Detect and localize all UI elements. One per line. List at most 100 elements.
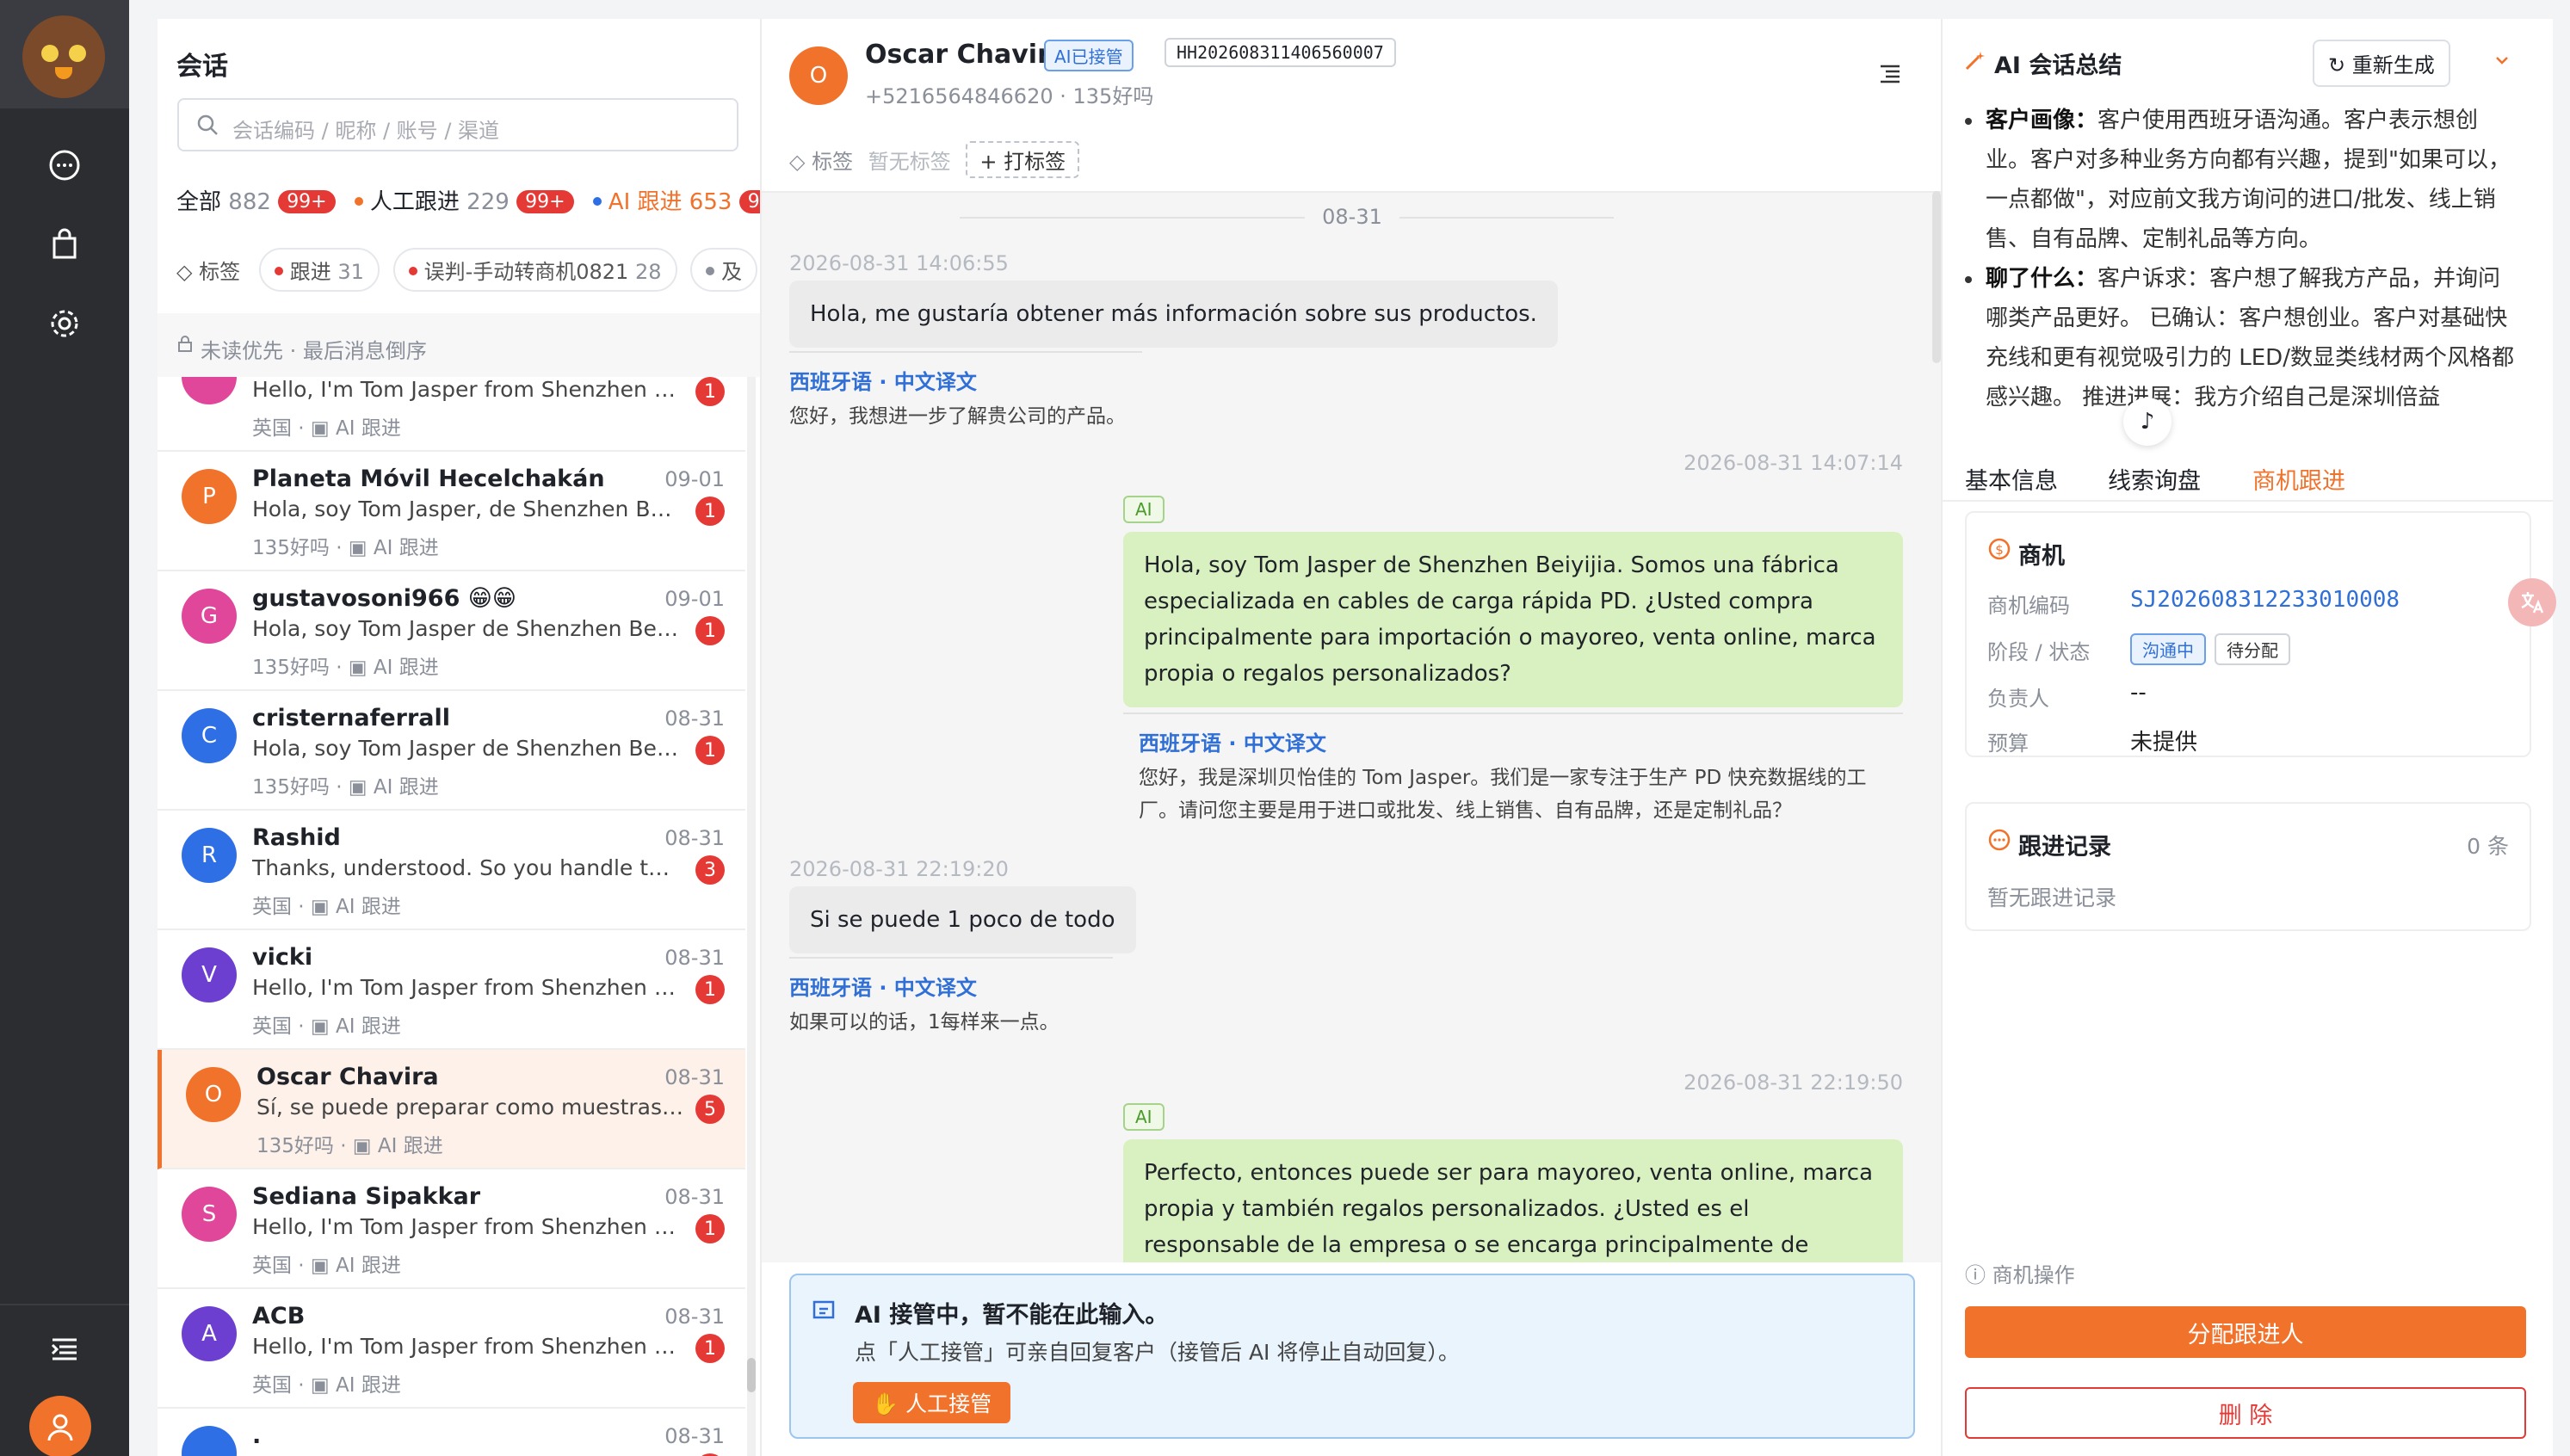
search-icon xyxy=(197,114,218,135)
translate-float-icon[interactable] xyxy=(2508,578,2556,626)
bag-icon[interactable] xyxy=(46,225,83,263)
contact-name: Rashid xyxy=(252,824,341,851)
owl-logo xyxy=(22,15,105,98)
item-meta: 英国 · ▣ AI 跟进 xyxy=(252,896,401,918)
filter-chip[interactable]: 跟进 31 xyxy=(258,248,380,292)
ai-takeover-notice: AI 接管中，暂不能在此输入。 点「人工接管」可亲自回复客户（接管后 AI 将停… xyxy=(789,1274,1915,1439)
unread-badge: 1 xyxy=(695,616,725,645)
nav-divider xyxy=(0,1304,129,1305)
contact-name: Oscar Chavira xyxy=(256,1064,439,1090)
menu-toggle-icon[interactable] xyxy=(46,1330,83,1368)
delete-button[interactable]: 删 除 xyxy=(1965,1387,2526,1439)
avatar: A xyxy=(182,1306,237,1361)
outgoing-message: Hola, soy Tom Jasper de Shenzhen Beiyiji… xyxy=(1123,532,1903,707)
list-item[interactable]: Hello, I'm Tom Jasper from Shenzhen Bei.… xyxy=(158,377,745,452)
message-preview: Sí, se puede preparar como muestras: 2 .… xyxy=(256,1095,687,1120)
contact-name: ACB xyxy=(252,1303,306,1330)
unread-badge: 1 xyxy=(695,377,725,406)
date-divider: 08-31 xyxy=(762,205,1943,229)
item-meta: 135好吗 · ▣ AI 跟进 xyxy=(252,537,439,559)
regenerate-button[interactable]: ↻ 重新生成 xyxy=(2313,40,2450,87)
timestamp: 08-31 xyxy=(664,1065,725,1089)
hand-icon: ✋ xyxy=(872,1391,899,1416)
list-item[interactable]: S Sediana Sipakkar 08-31 Hello, I'm Tom Jas… xyxy=(158,1169,745,1289)
contact-name: Planeta Móvil Hecelchakán xyxy=(252,466,605,492)
summary-title: AI 会话总结 xyxy=(1994,52,2122,79)
gear-icon[interactable] xyxy=(46,305,83,342)
chevron-down-icon[interactable] xyxy=(2493,52,2511,69)
manual-takeover-button[interactable]: ✋ 人工接管 xyxy=(853,1382,1011,1423)
search-input[interactable]: 会话编码 / 昵称 / 账号 / 渠道 xyxy=(177,98,738,151)
robot-icon: ▣ xyxy=(310,1255,330,1277)
magic-wand-icon xyxy=(1965,52,1985,71)
avatar: G xyxy=(182,589,237,644)
list-item[interactable]: O Oscar Chavira 08-31 Sí, se puede preparar… xyxy=(158,1050,745,1169)
list-title: 会话 xyxy=(176,52,228,82)
robot-icon: ▣ xyxy=(348,537,368,559)
item-meta: 英国 · ▣ AI 跟进 xyxy=(252,1255,401,1277)
ai-label: AI xyxy=(1123,496,1165,523)
outgoing-message: Perfecto, entonces puede ser para mayore… xyxy=(1123,1139,1903,1262)
list-item[interactable]: P Planeta Móvil Hecelchakán 09-01 Hola, soy… xyxy=(158,452,745,571)
list-scrollbar[interactable] xyxy=(747,377,756,1456)
refresh-icon: ↻ xyxy=(2328,53,2346,77)
assign-owner-button[interactable]: 分配跟进人 xyxy=(1965,1306,2526,1358)
message-area: 08-31 2026-08-31 14:06:55 Hola, me gusta… xyxy=(762,191,1943,1262)
robot-icon xyxy=(812,1300,835,1319)
user-avatar[interactable] xyxy=(29,1396,91,1456)
contact-name: . xyxy=(252,1422,262,1449)
unread-badge: 3 xyxy=(695,855,725,885)
robot-icon: ▣ xyxy=(310,1015,330,1038)
robot-icon: ▣ xyxy=(348,657,368,679)
list-item[interactable]: R Rashid 08-31 Thanks, understood. So you h… xyxy=(158,811,745,930)
add-tag-button[interactable]: + 打标签 xyxy=(966,141,1080,178)
chat-panel: O Oscar Chavira AI已接管 HH2026083114065600… xyxy=(760,19,1943,1456)
filter-chip[interactable]: 及 xyxy=(690,248,758,292)
unread-badge: 1 xyxy=(695,497,725,526)
avatar: S xyxy=(182,1187,237,1242)
list-menu-icon[interactable] xyxy=(1879,62,1901,84)
tab-all[interactable]: 全部 882 99+ xyxy=(176,184,336,216)
item-meta: 135好吗 · ▣ AI 跟进 xyxy=(256,1135,443,1157)
list-item[interactable]: ..08-31Hello, I'm Tom Jasper from Shenzh… xyxy=(158,1409,745,1456)
message-preview: Hello, I'm Tom Jasper from Shenzhen Bei.… xyxy=(252,377,683,402)
robot-icon: ▣ xyxy=(310,417,330,440)
detail-tabs: 基本信息 线索询盘 商机跟进 xyxy=(1943,428,2553,515)
robot-icon: ▣ xyxy=(352,1135,372,1157)
avatar: C xyxy=(182,708,237,763)
tab-basic-info[interactable]: 基本信息 xyxy=(1965,462,2058,496)
unread-badge: 1 xyxy=(695,1214,725,1243)
tab-manual[interactable]: 人工跟进 229 99+ xyxy=(354,184,574,216)
message-preview: Hello, I'm Tom Jasper from Shenzhen Bei.… xyxy=(252,1214,683,1239)
message-preview: Hello, I'm Tom Jasper from Shenzhen Bei.… xyxy=(252,975,683,1000)
contact-name: vicki xyxy=(252,944,313,971)
avatar: O xyxy=(186,1067,241,1122)
incoming-message: Hola, me gustaría obtener más informació… xyxy=(789,281,1558,348)
message-preview: Hola, soy Tom Jasper, de Shenzhen Beiyij… xyxy=(252,497,683,521)
timestamp: 2026-08-31 22:19:20 xyxy=(789,857,1009,881)
opportunity-code-link[interactable]: SJ202608312233010008 xyxy=(2130,587,2400,613)
timestamp: 09-01 xyxy=(664,467,725,491)
follow-up-card: 跟进记录 0 条 暂无跟进记录 xyxy=(1965,802,2531,931)
robot-icon: ▣ xyxy=(310,896,330,918)
tag-icon: ◇ xyxy=(176,260,193,284)
list-item[interactable]: Vvicki 08-31 Hello, I'm Tom Jasper from Sh… xyxy=(158,930,745,1050)
item-meta: 英国 · ▣ AI 跟进 xyxy=(252,417,401,440)
tab-lead[interactable]: 线索询盘 xyxy=(2108,462,2201,496)
info-icon: ⓘ xyxy=(1965,1263,1986,1287)
chat-icon[interactable] xyxy=(46,146,83,184)
app-sidebar xyxy=(0,0,129,1456)
list-item[interactable]: A ACB 08-31 Hello, I'm Tom Jasper from Shen… xyxy=(158,1289,745,1409)
conversation-list-panel: 会话 会话编码 / 昵称 / 账号 / 渠道 全部 882 99+ 人工跟进 2… xyxy=(158,19,797,1456)
session-id[interactable]: HH202608311406560007 xyxy=(1165,38,1396,67)
message-preview: Thanks, understood. So you handle the b.… xyxy=(252,855,683,880)
chat-scrollbar[interactable] xyxy=(1932,191,1941,363)
list-item[interactable]: Ccristernaferrall 08-31 Hola, soy Tom Jasp… xyxy=(158,691,745,811)
filter-chip[interactable]: 误判-手动转商机0821 28 xyxy=(392,248,677,292)
unread-badge: 5 xyxy=(695,1095,725,1124)
status-tabs: 全部 882 99+ 人工跟进 229 99+ AI 跟进 653 99+ xyxy=(176,184,808,216)
contact-name: Oscar Chavira xyxy=(865,40,1068,70)
list-item[interactable]: Ggustavosoni966 😁😁 09-01 Hola, soy Tom Jas… xyxy=(158,571,745,691)
tab-opportunity[interactable]: 商机跟进 xyxy=(2252,462,2345,515)
avatar xyxy=(182,377,237,404)
